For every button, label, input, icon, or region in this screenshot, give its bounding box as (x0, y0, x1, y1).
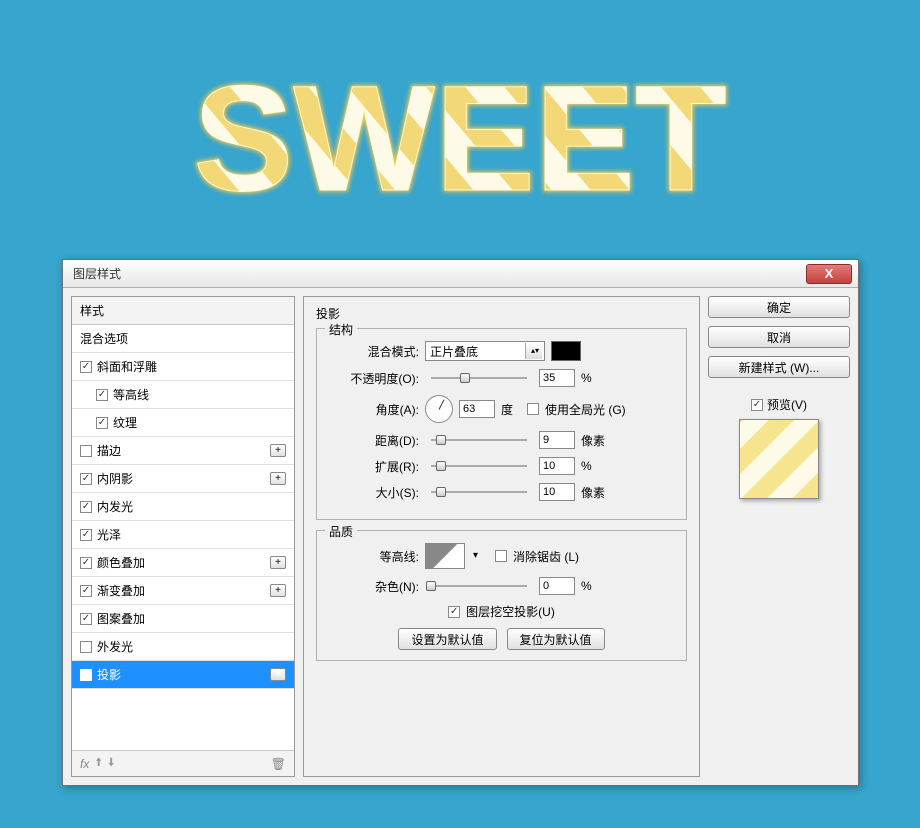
ok-button[interactable]: 确定 (708, 296, 850, 318)
checkbox[interactable] (80, 641, 92, 653)
opacity-slider[interactable] (431, 377, 527, 379)
spread-slider[interactable] (431, 465, 527, 467)
pattern-overlay-item[interactable]: 图案叠加 (72, 605, 294, 633)
add-icon[interactable]: + (270, 668, 286, 681)
checkbox[interactable] (96, 389, 108, 401)
blending-options-item[interactable]: 混合选项 (72, 325, 294, 353)
checkbox[interactable] (80, 529, 92, 541)
noise-input[interactable] (539, 577, 575, 595)
styles-list-panel: 样式 混合选项 斜面和浮雕 等高线 纹理 描边+ 内阴影+ 内发光 光泽 颜色叠… (71, 296, 295, 777)
knockout-checkbox[interactable] (448, 606, 460, 618)
checkbox[interactable] (80, 445, 92, 457)
angle-input[interactable] (459, 400, 495, 418)
contour-item[interactable]: 等高线 (72, 381, 294, 409)
angle-label: 角度(A): (327, 401, 419, 418)
add-icon[interactable]: + (270, 444, 286, 457)
quality-legend: 品质 (325, 523, 357, 540)
antialias-label: 消除锯齿 (L) (513, 548, 579, 565)
global-light-checkbox[interactable] (527, 403, 539, 415)
bevel-emboss-item[interactable]: 斜面和浮雕 (72, 353, 294, 381)
outer-glow-item[interactable]: 外发光 (72, 633, 294, 661)
checkbox[interactable] (80, 669, 92, 681)
svg-text:SWEET: SWEET (193, 54, 726, 222)
cancel-button[interactable]: 取消 (708, 326, 850, 348)
quality-fieldset: 品质 等高线: 消除锯齿 (L) 杂色(N): % 图层挖空投影(U) (316, 530, 687, 661)
dialog-title: 图层样式 (73, 265, 806, 282)
checkbox[interactable] (80, 501, 92, 513)
angle-dial[interactable] (425, 395, 453, 423)
dialog-titlebar[interactable]: 图层样式 X (63, 260, 858, 288)
blend-mode-label: 混合模式: (327, 343, 419, 360)
knockout-label: 图层挖空投影(U) (466, 603, 555, 620)
contour-picker[interactable] (425, 543, 465, 569)
distance-slider[interactable] (431, 439, 527, 441)
size-input[interactable] (539, 483, 575, 501)
layer-style-dialog: 图层样式 X 样式 混合选项 斜面和浮雕 等高线 纹理 描边+ 内阴影+ 内发光… (62, 259, 859, 786)
shadow-color-swatch[interactable] (551, 341, 581, 361)
texture-item[interactable]: 纹理 (72, 409, 294, 437)
stroke-item[interactable]: 描边+ (72, 437, 294, 465)
inner-shadow-item[interactable]: 内阴影+ (72, 465, 294, 493)
make-default-button[interactable]: 设置为默认值 (398, 628, 496, 650)
drop-shadow-item[interactable]: 投影+ (72, 661, 294, 689)
preview-label: 预览(V) (767, 396, 807, 413)
antialias-checkbox[interactable] (495, 550, 507, 562)
preview-swatch (739, 419, 819, 499)
trash-icon[interactable]: 🗑 (271, 757, 286, 771)
structure-legend: 结构 (325, 321, 357, 338)
opacity-label: 不透明度(O): (327, 370, 419, 387)
arrow-up-icon[interactable]: 🠩 (95, 753, 102, 774)
structure-fieldset: 结构 混合模式: 正片叠底▴▾ 不透明度(O): % 角度(A): 度 (316, 328, 687, 520)
noise-label: 杂色(N): (327, 578, 419, 595)
styles-footer: fx 🠩 🠫 🗑 (72, 750, 294, 776)
opacity-input[interactable] (539, 369, 575, 387)
blend-mode-select[interactable]: 正片叠底▴▾ (425, 341, 545, 361)
global-light-label: 使用全局光 (G) (545, 401, 626, 418)
distance-label: 距离(D): (327, 432, 419, 449)
checkbox[interactable] (80, 585, 92, 597)
add-icon[interactable]: + (270, 584, 286, 597)
checkbox[interactable] (80, 361, 92, 373)
panel-title: 投影 (316, 305, 687, 322)
gradient-overlay-item[interactable]: 渐变叠加+ (72, 577, 294, 605)
reset-default-button[interactable]: 复位为默认值 (507, 628, 605, 650)
contour-label: 等高线: (327, 548, 419, 565)
inner-glow-item[interactable]: 内发光 (72, 493, 294, 521)
add-icon[interactable]: + (270, 472, 286, 485)
checkbox[interactable] (80, 613, 92, 625)
add-icon[interactable]: + (270, 556, 286, 569)
spread-input[interactable] (539, 457, 575, 475)
checkbox[interactable] (80, 473, 92, 485)
color-overlay-item[interactable]: 颜色叠加+ (72, 549, 294, 577)
satin-item[interactable]: 光泽 (72, 521, 294, 549)
size-label: 大小(S): (327, 484, 419, 501)
dialog-actions-panel: 确定 取消 新建样式 (W)... 预览(V) (708, 296, 850, 777)
spread-label: 扩展(R): (327, 458, 419, 475)
size-slider[interactable] (431, 491, 527, 493)
checkbox[interactable] (96, 417, 108, 429)
noise-slider[interactable] (431, 585, 527, 587)
close-button[interactable]: X (806, 264, 852, 284)
distance-input[interactable] (539, 431, 575, 449)
arrow-down-icon[interactable]: 🠫 (108, 753, 115, 774)
styles-header[interactable]: 样式 (72, 297, 294, 325)
new-style-button[interactable]: 新建样式 (W)... (708, 356, 850, 378)
drop-shadow-settings-panel: 投影 结构 混合模式: 正片叠底▴▾ 不透明度(O): % 角度(A): (303, 296, 700, 777)
checkbox[interactable] (80, 557, 92, 569)
sweet-candy-text: SWEET SWEET (160, 50, 760, 230)
preview-checkbox[interactable] (751, 399, 763, 411)
fx-label: fx (80, 757, 89, 771)
